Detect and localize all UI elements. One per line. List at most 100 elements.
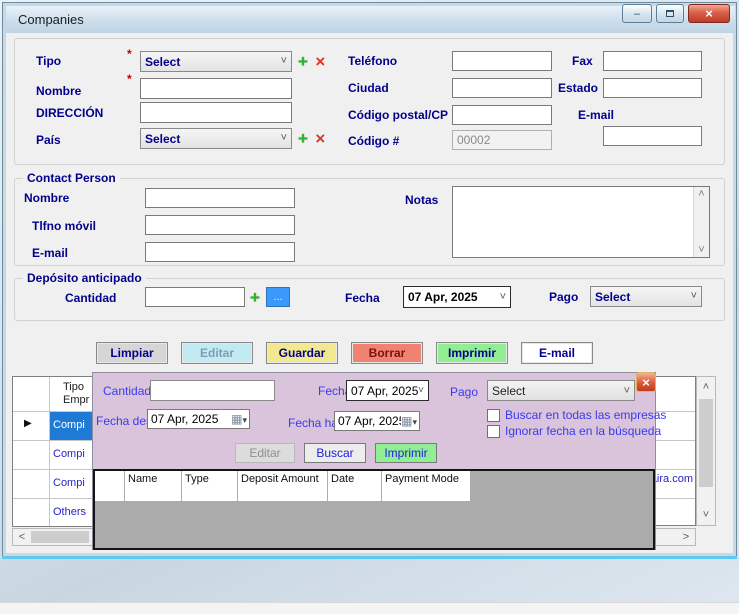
chevron-down-icon: ˅ (500, 291, 506, 303)
telefono-label: Teléfono (348, 54, 397, 68)
search-all-companies-label: Buscar en todas las empresas (505, 408, 666, 422)
codigo-postal-field[interactable] (452, 105, 552, 125)
popup-close-button[interactable]: × (636, 372, 656, 392)
editar-button[interactable]: Editar (181, 342, 253, 364)
popup-buscar-button[interactable]: Buscar (304, 443, 366, 463)
popup-results-table[interactable]: Name Type Deposit Amount Date Payment Mo… (93, 469, 655, 550)
email-label: E-mail (578, 108, 614, 122)
pais-select[interactable]: Select ˅ (140, 128, 292, 149)
results-col-name[interactable]: Name (125, 471, 182, 501)
codigo-field (452, 130, 552, 150)
delete-pais-icon[interactable]: × (315, 130, 325, 147)
popup-editar-button[interactable]: Editar (235, 443, 295, 463)
minimize-icon: – (634, 8, 640, 20)
cantidad-field[interactable] (145, 287, 245, 307)
fax-field[interactable] (603, 51, 702, 71)
email-field[interactable] (603, 126, 702, 146)
nombre-field[interactable] (140, 78, 292, 99)
add-pais-icon[interactable]: + (298, 130, 308, 147)
scroll-left-icon[interactable]: < (15, 529, 29, 545)
popup-pago-label: Pago (450, 385, 478, 399)
popup-imprimir-button[interactable]: Imprimir (375, 443, 437, 463)
ciudad-label: Ciudad (348, 81, 389, 95)
telefono-field[interactable] (452, 51, 552, 71)
scroll-down-icon[interactable]: ˅ (694, 244, 709, 256)
fecha-select[interactable]: 07 Apr, 2025 ˅ (403, 286, 511, 308)
calendar-icon: ▦ (401, 414, 412, 428)
calendar-icon: ▦ (231, 412, 242, 426)
contact-nombre-label: Nombre (24, 191, 69, 205)
imprimir-button[interactable]: Imprimir (436, 342, 508, 364)
results-col-payment[interactable]: Payment Mode (382, 471, 470, 501)
pago-select[interactable]: Select ˅ (590, 286, 702, 307)
limpiar-button[interactable]: Limpiar (96, 342, 168, 364)
contact-email-field[interactable] (145, 242, 295, 262)
chevron-down-icon: ˅ (281, 56, 287, 67)
scroll-up-icon[interactable]: ˄ (694, 188, 709, 200)
borrar-button[interactable]: Borrar (351, 342, 423, 364)
maximize-button[interactable] (656, 4, 684, 23)
search-all-companies-checkbox[interactable] (487, 409, 500, 422)
delete-tipo-icon[interactable]: × (315, 53, 325, 70)
close-icon: × (642, 375, 650, 390)
grid-vertical-scrollbar[interactable]: ˄ ˅ (696, 376, 716, 526)
fecha-hasta-picker[interactable]: 07 Apr, 2025 ▦▾ (334, 411, 420, 431)
scroll-up-icon[interactable]: ˄ (697, 379, 715, 395)
minimize-button[interactable]: – (622, 4, 652, 23)
grid-col-tipo-line1: Tipo (63, 381, 84, 394)
companies-grid-left[interactable]: Tipo Empr ▶ Compi Compi Compi Others (12, 376, 93, 527)
pago-label: Pago (549, 290, 578, 304)
nombre-required-marker: * (127, 72, 132, 86)
codigo-postal-label: Código postal/CP (348, 108, 448, 122)
popup-fecha-select[interactable]: 07 Apr, 2025 ˅ (346, 380, 429, 401)
grid-row-1[interactable]: Compi (53, 448, 85, 460)
fecha-desde-picker[interactable]: 07 Apr, 2025 ▦▾ (147, 409, 250, 429)
close-button[interactable]: × (688, 4, 730, 23)
guardar-button[interactable]: Guardar (266, 342, 338, 364)
scroll-right-icon[interactable]: > (679, 529, 693, 545)
chevron-down-icon: ▾ (242, 415, 247, 425)
results-selector-column (95, 471, 125, 501)
results-col-deposit[interactable]: Deposit Amount (238, 471, 328, 501)
contact-movil-field[interactable] (145, 215, 295, 235)
grid-email-cell[interactable]: aira.com (656, 473, 693, 485)
desktop: Companies – × Tipo * Select ˅ + × Teléfo… (0, 0, 739, 614)
popup-pago-select[interactable]: Select ˅ (487, 380, 635, 401)
horizontal-scrollbar-thumb[interactable] (31, 531, 89, 543)
direccion-field[interactable] (140, 102, 292, 123)
contact-email-label: E-mail (32, 246, 68, 260)
grid-row-0[interactable]: Compi (53, 419, 85, 431)
grid-row-3[interactable]: Others (53, 506, 86, 518)
grid-row-2[interactable]: Compi (53, 477, 85, 489)
estado-field[interactable] (603, 78, 702, 98)
window-bottom-edge (2, 556, 737, 559)
vertical-scrollbar-thumb[interactable] (699, 399, 713, 487)
chevron-down-icon: ▾ (412, 417, 417, 427)
row-selector-icon: ▶ (24, 418, 32, 429)
contact-group-title: Contact Person (23, 171, 120, 185)
contact-movil-label: Tlfno móvil (32, 219, 96, 233)
ignore-date-checkbox[interactable] (487, 425, 500, 438)
companies-grid-right[interactable]: aira.com (655, 376, 696, 526)
add-tipo-icon[interactable]: + (298, 53, 308, 70)
nombre-label: Nombre (36, 84, 81, 98)
ignore-date-label: Ignorar fecha en la búsqueda (505, 424, 661, 438)
notas-label: Notas (405, 193, 438, 207)
notas-textarea[interactable]: ˄ ˅ (452, 186, 710, 258)
email-button[interactable]: E-mail (521, 342, 593, 364)
tipo-label: Tipo (36, 54, 61, 68)
popup-fecha-hasta-label: Fecha ha (288, 416, 338, 430)
scroll-down-icon[interactable]: ˅ (697, 507, 715, 523)
tipo-select[interactable]: Select ˅ (140, 51, 292, 72)
estado-label: Estado (558, 81, 598, 95)
popup-cantidad-field[interactable] (150, 380, 275, 401)
chevron-down-icon: ˅ (624, 385, 630, 397)
results-col-date[interactable]: Date (328, 471, 382, 501)
results-col-type[interactable]: Type (182, 471, 238, 501)
browse-button[interactable]: ... (266, 287, 290, 307)
notas-scrollbar[interactable]: ˄ ˅ (693, 187, 709, 257)
ciudad-field[interactable] (452, 78, 552, 98)
contact-nombre-field[interactable] (145, 188, 295, 208)
add-cantidad-icon[interactable]: + (250, 289, 260, 306)
popup-cantidad-label: Cantidad (103, 384, 151, 398)
